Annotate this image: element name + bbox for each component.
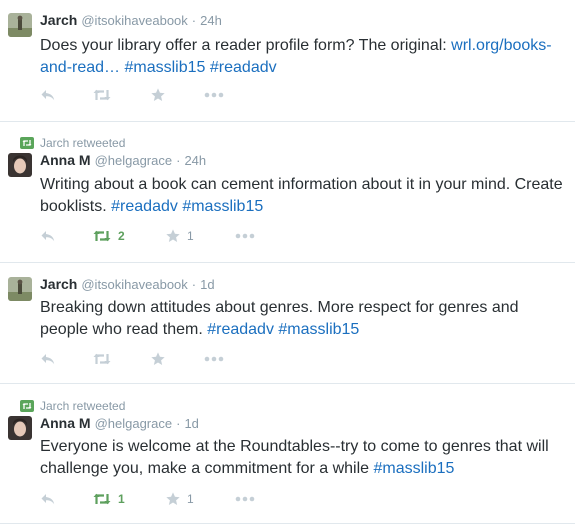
tweet-text: Breaking down attitudes about genres. Mo… [40,297,568,341]
retweet-icon [93,353,111,365]
favorite-button[interactable] [150,86,166,104]
retweet-context-label[interactable]: Jarch retweeted [40,399,125,413]
avatar[interactable] [8,153,32,177]
retweet-icon [93,493,111,505]
tweet-actions [40,350,340,368]
hashtag-link[interactable]: #readadv [207,321,274,338]
avatar[interactable] [8,277,32,301]
reply-icon [41,494,55,505]
avatar[interactable] [8,416,32,440]
retweet-button[interactable]: 2 [92,227,125,245]
favorite-count[interactable]: 1 [187,229,194,243]
retweet-count[interactable]: 2 [118,229,125,243]
tweet-header: Jarch @itsokihaveabook · 24h [40,12,222,30]
tweet-timeline: Jarch @itsokihaveabook · 24h Does your l… [0,0,575,525]
retweet-icon [20,137,34,149]
more-icon [235,233,255,239]
author-handle[interactable]: @helgagrace [95,416,173,431]
favorite-count[interactable]: 1 [187,492,194,506]
tweet-text: Writing about a book can cement informat… [40,174,568,218]
tweet-text-segment: Does your library offer a reader profile… [40,37,452,54]
author-handle[interactable]: @itsokihaveabook [81,277,187,292]
author-name[interactable]: Anna M [40,415,91,431]
more-icon [204,92,224,98]
separator-dot: · [176,153,181,168]
author-name[interactable]: Anna M [40,152,91,168]
tweet-divider [0,523,575,524]
more-button[interactable] [235,227,255,245]
author-name[interactable]: Jarch [40,276,77,292]
tweet-header: Anna M @helgagrace · 24h [40,152,206,170]
hashtag-link[interactable]: #masslib15 [373,460,454,477]
tweet-timestamp[interactable]: 24h [184,153,206,168]
separator-dot: · [176,416,181,431]
retweet-context: Jarch retweeted [20,135,125,151]
retweet-count[interactable]: 1 [118,492,125,506]
tweet[interactable]: Jarch @itsokihaveabook · 1d Breaking dow… [0,263,575,383]
more-icon [204,356,224,362]
star-icon [151,352,165,365]
retweet-button[interactable]: 1 [92,490,125,508]
reply-icon [41,90,55,101]
retweet-icon [93,89,111,101]
tweet-actions: 2 1 [40,227,340,245]
reply-button[interactable] [40,227,56,245]
more-button[interactable] [204,86,224,104]
tweet-text: Does your library offer a reader profile… [40,35,568,79]
tweet-timestamp[interactable]: 1d [184,416,198,431]
retweet-icon [20,400,34,412]
favorite-button[interactable]: 1 [165,490,194,508]
avatar[interactable] [8,13,32,37]
author-handle[interactable]: @itsokihaveabook [81,13,187,28]
favorite-button[interactable]: 1 [165,227,194,245]
separator-dot: · [191,13,197,28]
tweet[interactable]: Jarch retweeted Anna M @helgagrace · 1d … [0,384,575,523]
retweet-icon [93,230,111,242]
tweet-header: Jarch @itsokihaveabook · 1d [40,276,215,294]
author-handle[interactable]: @helgagrace [95,153,173,168]
hashtag-link[interactable]: #readadv [210,59,277,76]
tweet-actions: 1 1 [40,490,340,508]
reply-icon [41,354,55,365]
reply-button[interactable] [40,350,56,368]
separator-dot: · [191,277,197,292]
favorite-button[interactable] [150,350,166,368]
more-button[interactable] [235,490,255,508]
retweet-context-label[interactable]: Jarch retweeted [40,136,125,150]
hashtag-link[interactable]: #readadv [111,198,178,215]
tweet-header: Anna M @helgagrace · 1d [40,415,199,433]
tweet-timestamp[interactable]: 24h [200,13,222,28]
more-icon [235,496,255,502]
star-icon [151,88,165,101]
tweet[interactable]: Jarch retweeted Anna M @helgagrace · 24h… [0,122,575,261]
tweet-text: Everyone is welcome at the Roundtables--… [40,436,568,480]
tweet-timestamp[interactable]: 1d [200,277,214,292]
star-icon [166,229,180,242]
retweet-button[interactable] [92,350,112,368]
retweet-context: Jarch retweeted [20,398,125,414]
star-icon [166,492,180,505]
retweet-button[interactable] [92,86,112,104]
reply-icon [41,231,55,242]
hashtag-link[interactable]: #masslib15 [182,198,263,215]
reply-button[interactable] [40,490,56,508]
tweet-text-segment: Everyone is welcome at the Roundtables--… [40,438,549,477]
tweet[interactable]: Jarch @itsokihaveabook · 24h Does your l… [0,0,575,121]
hashtag-link[interactable]: #masslib15 [125,59,206,76]
reply-button[interactable] [40,86,56,104]
author-name[interactable]: Jarch [40,12,77,28]
more-button[interactable] [204,350,224,368]
tweet-actions [40,86,340,104]
hashtag-link[interactable]: #masslib15 [278,321,359,338]
